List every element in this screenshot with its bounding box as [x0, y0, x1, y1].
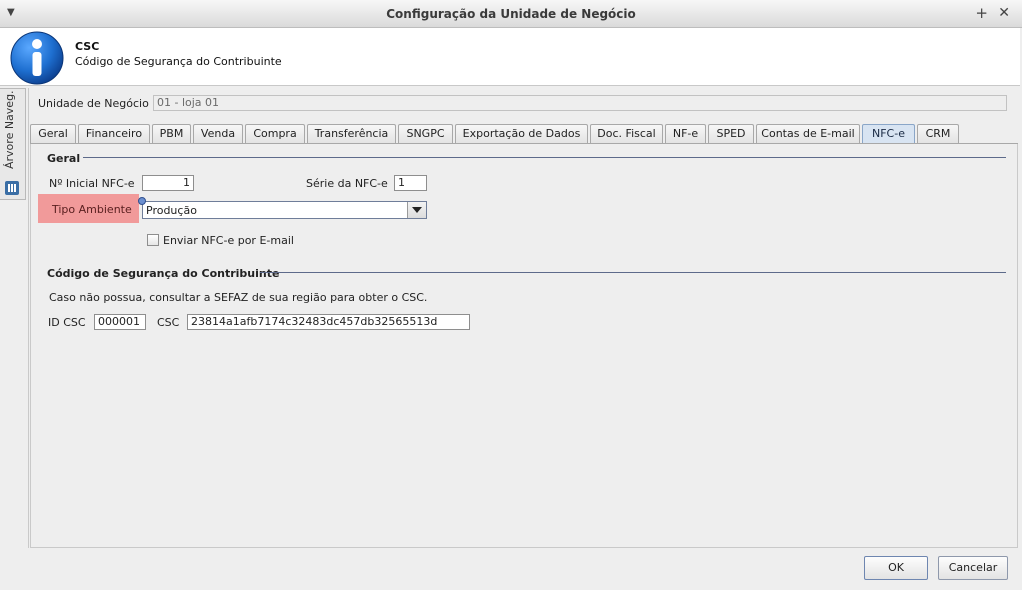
header-title: CSC [75, 40, 100, 53]
cancel-button[interactable]: Cancelar [938, 556, 1008, 580]
header-subtitle: Código de Segurança do Contribuinte [75, 55, 282, 68]
inicial-nfce-input[interactable]: 1 [142, 175, 194, 191]
tab-compra[interactable]: Compra [245, 124, 305, 144]
tab-sngpc[interactable]: SNGPC [398, 124, 453, 144]
tree-nav-icon [5, 181, 19, 195]
chevron-down-icon[interactable] [407, 202, 426, 218]
tree-navigation-toggle[interactable]: Árvore Naveg. [0, 88, 26, 200]
section-geral-divider [83, 157, 1006, 158]
unidade-field: 01 - loja 01 [153, 95, 1007, 111]
tab-doc-fiscal[interactable]: Doc. Fiscal [590, 124, 663, 144]
id-csc-input[interactable]: 000001 [94, 314, 146, 330]
tipo-ambiente-value: Produção [146, 204, 197, 217]
serie-nfce-input[interactable]: 1 [394, 175, 427, 191]
close-icon[interactable]: ✕ [998, 5, 1010, 21]
csc-input[interactable]: 23814a1afb7174c32483dc457db32565513d [187, 314, 470, 330]
tab-exportacao-dados[interactable]: Exportação de Dados [455, 124, 588, 144]
tipo-ambiente-label: Tipo Ambiente [52, 203, 132, 216]
tab-nfce[interactable]: NFC-e [862, 124, 915, 144]
required-indicator-icon [138, 197, 146, 205]
tab-transferencia[interactable]: Transferência [307, 124, 396, 144]
left-divider [28, 88, 29, 548]
maximize-icon[interactable]: + [975, 4, 988, 22]
id-csc-label: ID CSC [48, 316, 86, 329]
tipo-ambiente-select[interactable]: Produção [142, 201, 427, 219]
tab-contas-email[interactable]: Contas de E-mail [756, 124, 860, 144]
info-icon [10, 31, 64, 85]
tab-geral[interactable]: Geral [30, 124, 76, 144]
tab-financeiro[interactable]: Financeiro [78, 124, 150, 144]
serie-nfce-label: Série da NFC-e [306, 177, 388, 190]
window-title: Configuração da Unidade de Negócio [386, 7, 636, 21]
tab-venda[interactable]: Venda [193, 124, 243, 144]
tree-nav-label: Árvore Naveg. [3, 90, 16, 169]
inicial-nfce-label: Nº Inicial NFC-e [49, 177, 135, 190]
tab-pbm[interactable]: PBM [152, 124, 191, 144]
window-titlebar: ▼ Configuração da Unidade de Negócio + ✕ [0, 0, 1022, 28]
tab-nfe[interactable]: NF-e [665, 124, 706, 144]
section-csc-divider [260, 272, 1006, 273]
section-csc-title: Código de Segurança do Contribuinte [47, 267, 280, 280]
section-geral-title: Geral [47, 152, 81, 165]
csc-label: CSC [157, 316, 180, 329]
enviar-email-checkbox[interactable] [147, 234, 159, 246]
enviar-email-label[interactable]: Enviar NFC-e por E-mail [163, 234, 294, 247]
csc-note: Caso não possua, consultar a SEFAZ de su… [49, 291, 428, 304]
ok-button[interactable]: OK [864, 556, 928, 580]
dialog-header: CSC Código de Segurança do Contribuinte [0, 28, 1020, 86]
unidade-label: Unidade de Negócio [38, 97, 149, 110]
tab-sped[interactable]: SPED [708, 124, 754, 144]
tab-crm[interactable]: CRM [917, 124, 959, 144]
